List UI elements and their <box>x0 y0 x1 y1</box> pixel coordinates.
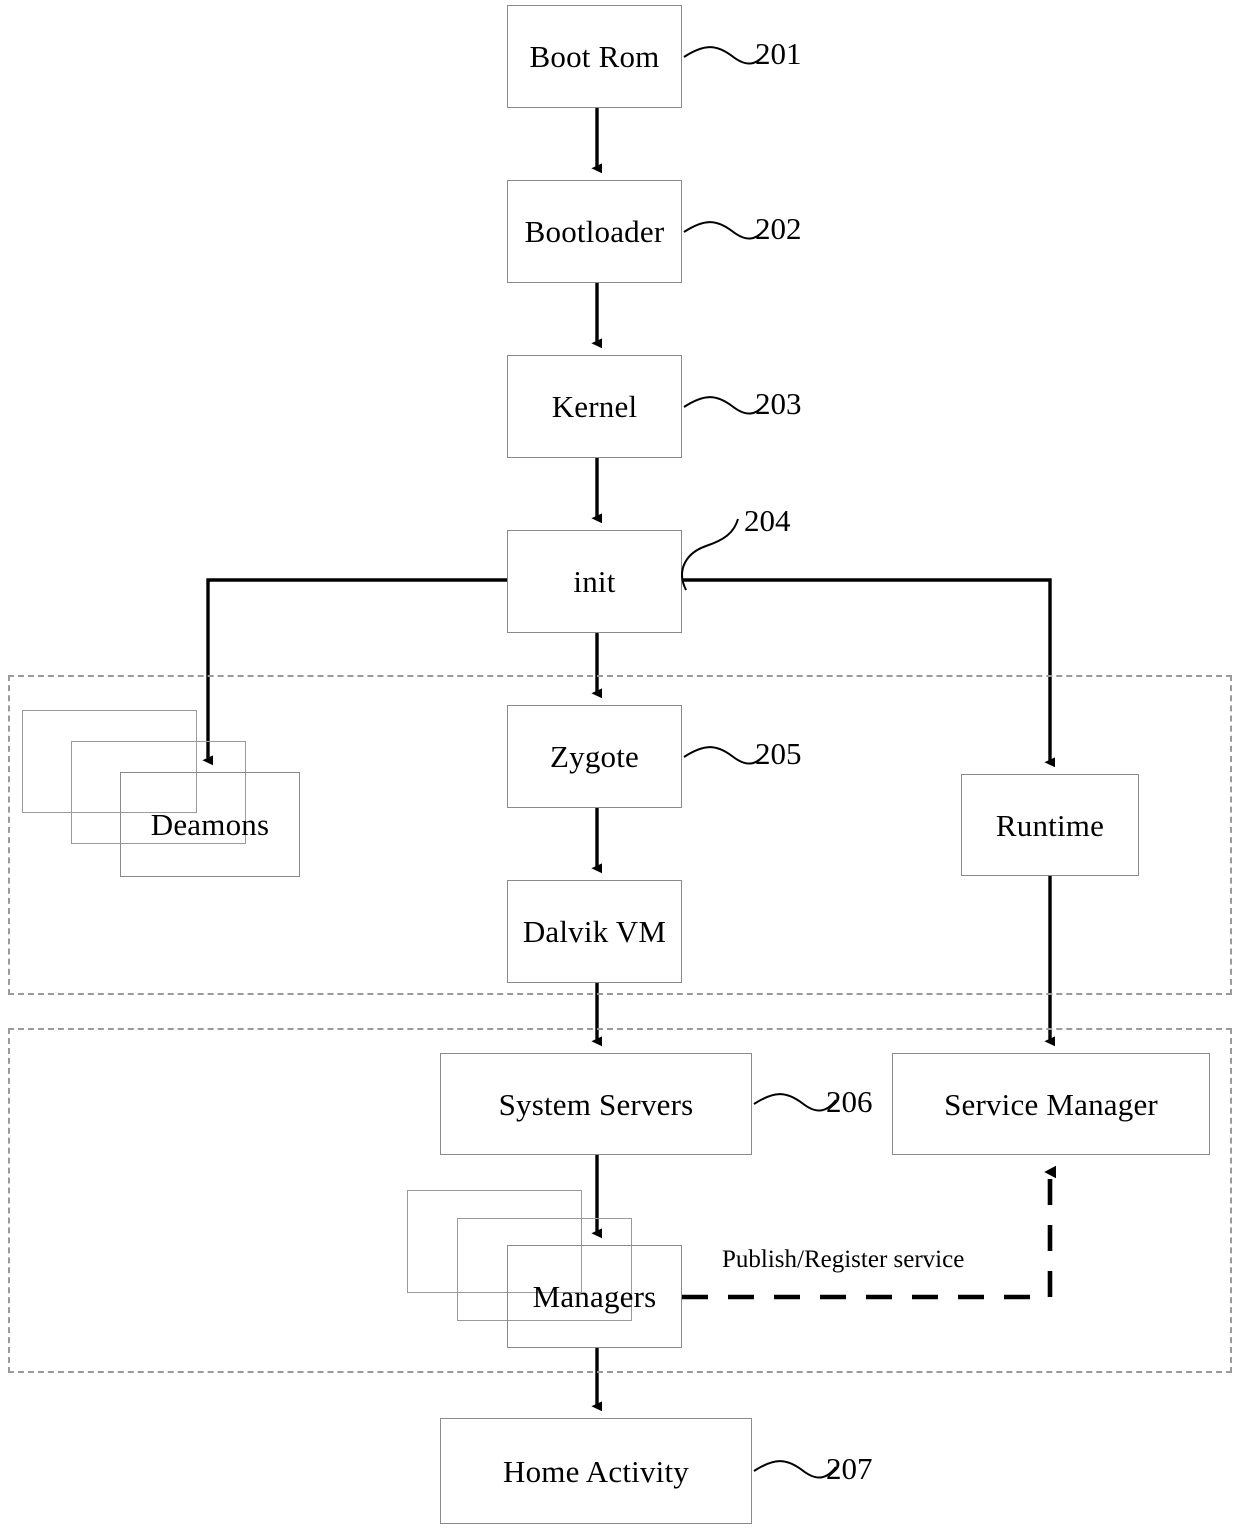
reference-numeral-203: 203 <box>755 386 802 421</box>
node-system-servers[interactable]: System Servers <box>440 1053 752 1155</box>
node-init[interactable]: init <box>507 530 682 633</box>
node-dalvik-vm[interactable]: Dalvik VM <box>507 880 682 983</box>
diagram-canvas: Boot Rom Bootloader Kernel init Zygote D… <box>0 0 1240 1531</box>
node-system-servers-label: System Servers <box>498 1086 694 1122</box>
node-runtime[interactable]: Runtime <box>961 774 1139 876</box>
node-boot-rom[interactable]: Boot Rom <box>507 5 682 108</box>
node-bootloader-label: Bootloader <box>524 214 665 249</box>
node-deamons-label: Deamons <box>150 807 270 842</box>
node-dalvik-vm-label: Dalvik VM <box>522 914 667 949</box>
node-deamons[interactable]: Deamons <box>120 772 300 877</box>
node-managers[interactable]: Managers <box>507 1245 682 1348</box>
reference-numeral-205: 205 <box>755 736 802 771</box>
node-init-label: init <box>573 564 616 599</box>
node-zygote-label: Zygote <box>549 739 639 774</box>
node-managers-label: Managers <box>532 1279 657 1314</box>
reference-numeral-207: 207 <box>826 1451 873 1486</box>
node-boot-rom-label: Boot Rom <box>529 39 660 74</box>
node-home-activity[interactable]: Home Activity <box>440 1418 752 1524</box>
node-zygote[interactable]: Zygote <box>507 705 682 808</box>
node-service-manager[interactable]: Service Manager <box>892 1053 1210 1155</box>
node-bootloader[interactable]: Bootloader <box>507 180 682 283</box>
node-kernel-label: Kernel <box>551 389 638 424</box>
reference-numeral-201: 201 <box>755 36 802 71</box>
edge-label-publish-register-service: Publish/Register service <box>722 1246 965 1273</box>
reference-numeral-204: 204 <box>744 503 791 538</box>
reference-numeral-206: 206 <box>826 1084 873 1119</box>
reference-numeral-202: 202 <box>755 211 802 246</box>
node-runtime-label: Runtime <box>995 807 1105 843</box>
node-kernel[interactable]: Kernel <box>507 355 682 458</box>
node-service-manager-label: Service Manager <box>944 1086 1158 1122</box>
node-home-activity-label: Home Activity <box>503 1453 689 1489</box>
